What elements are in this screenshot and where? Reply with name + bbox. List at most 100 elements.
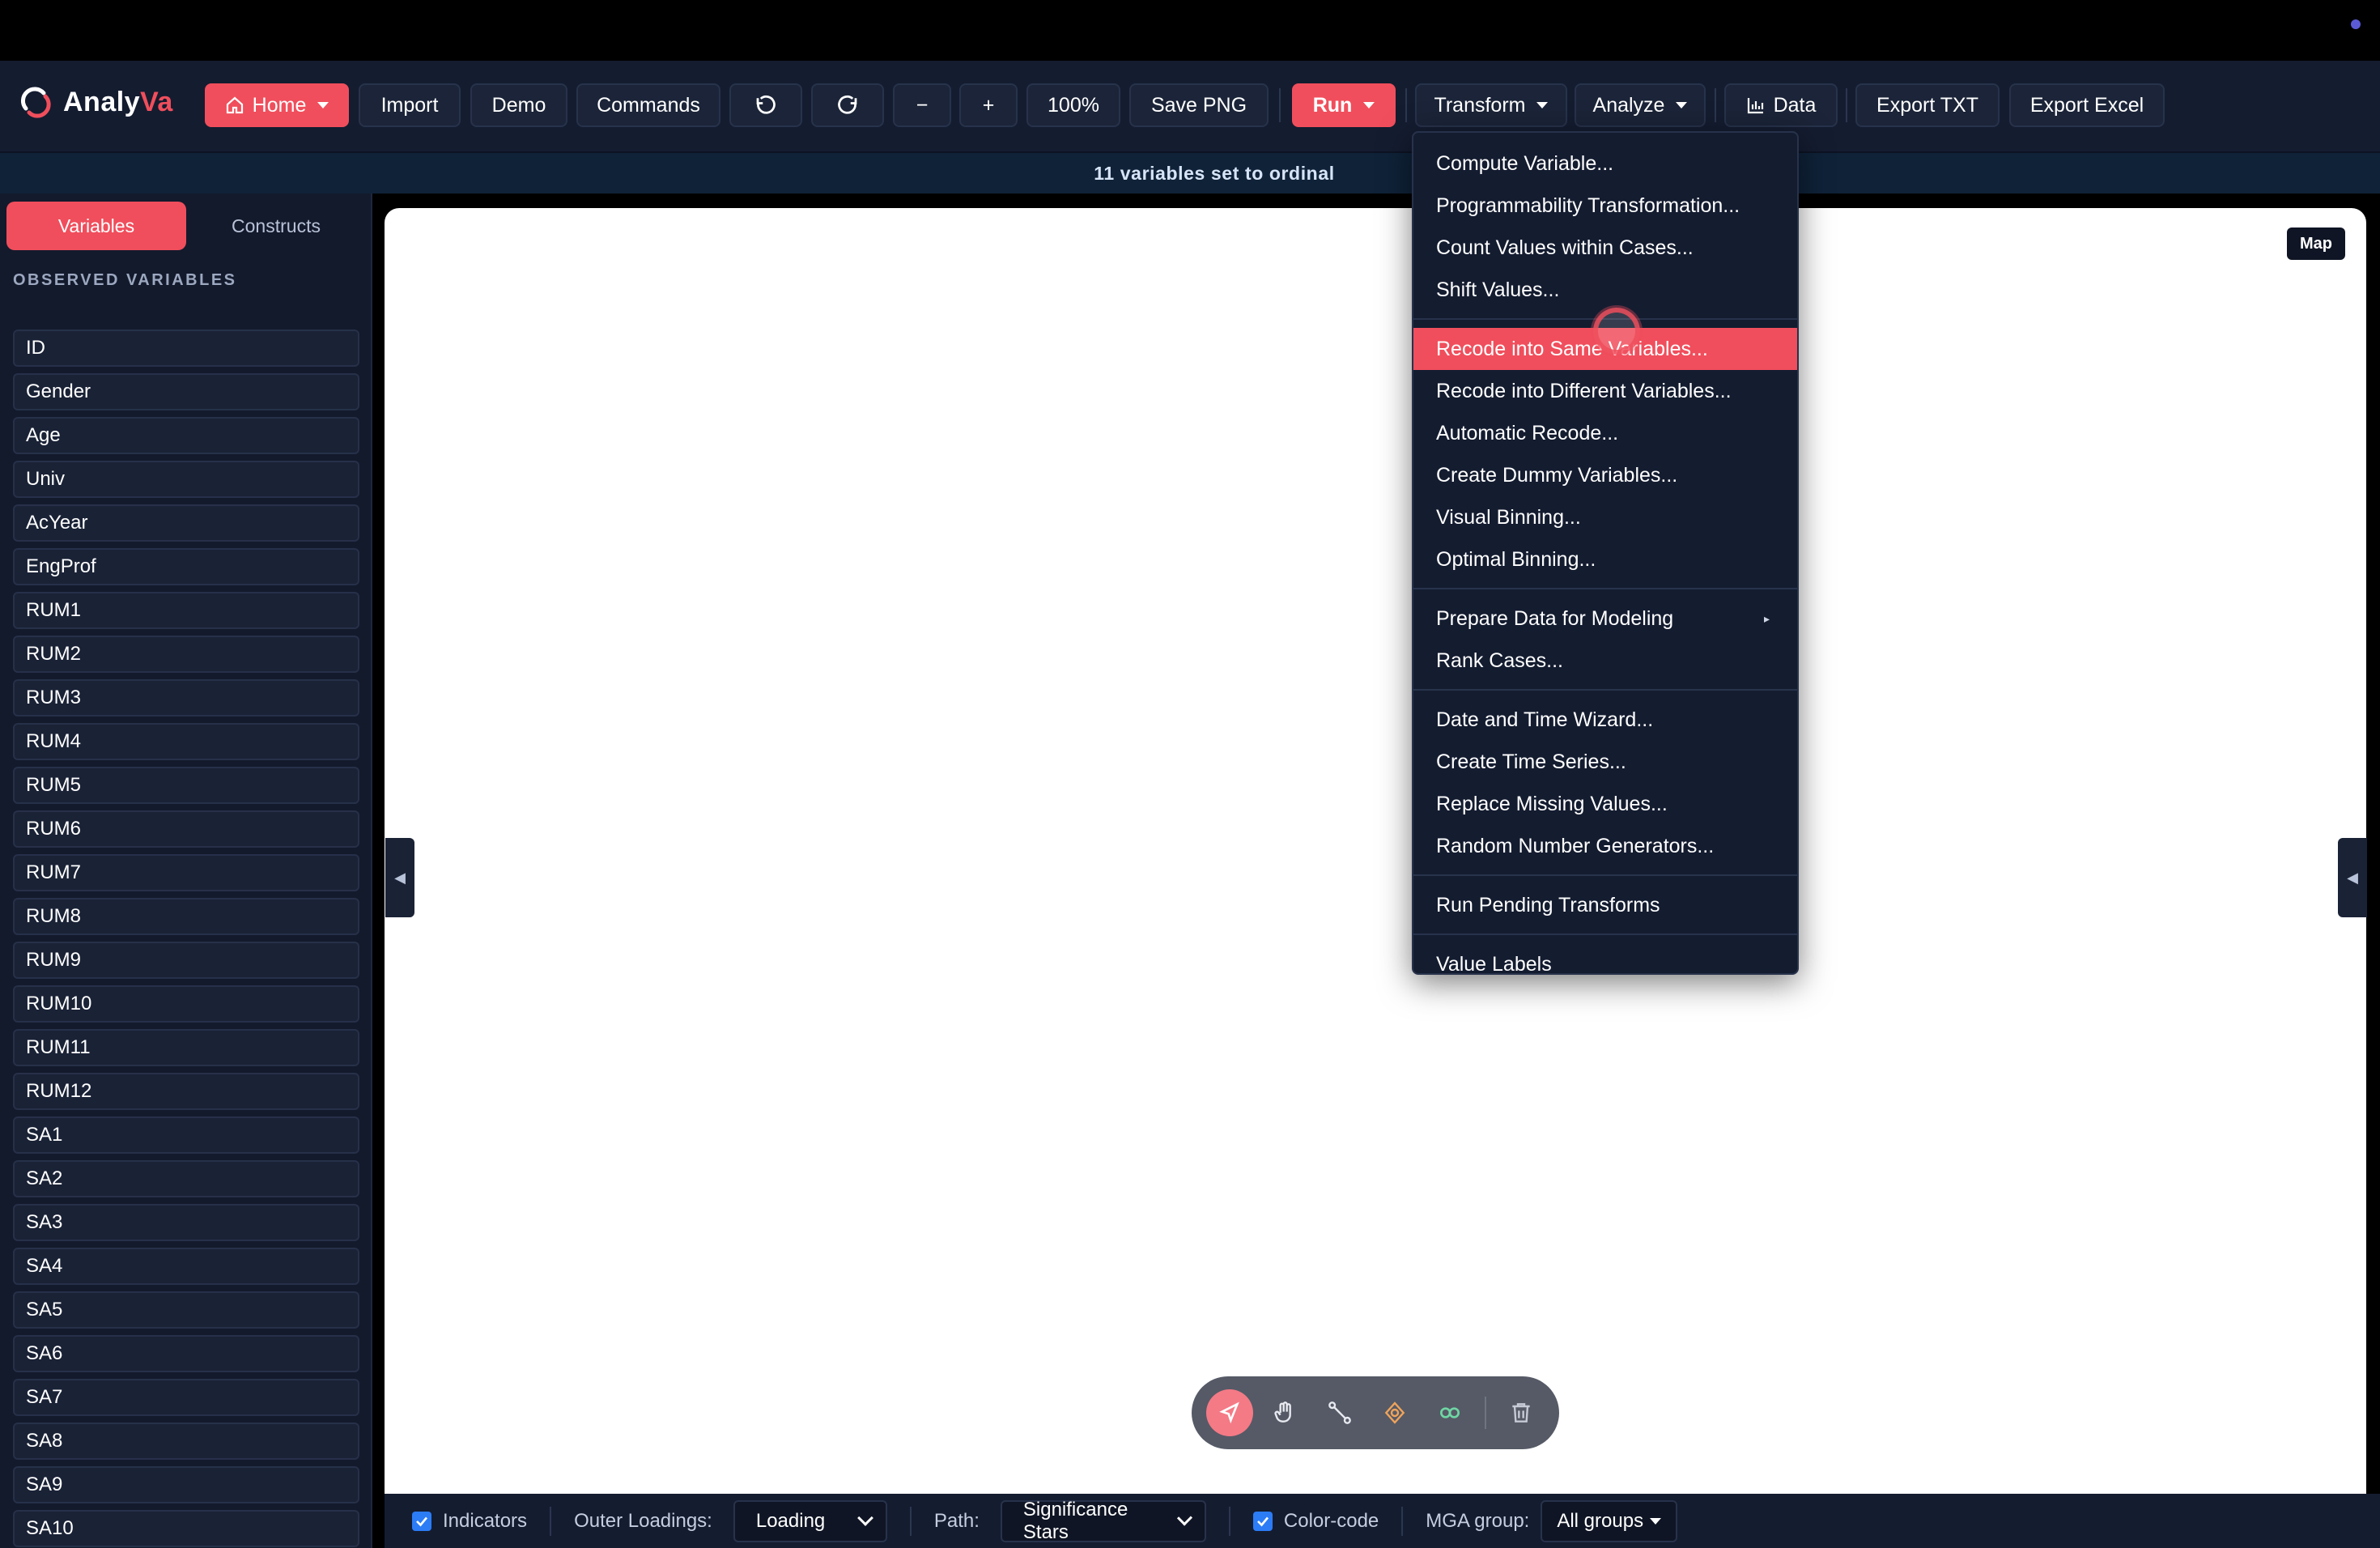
outer-loadings-select[interactable]: Loading (733, 1499, 887, 1542)
menu-item[interactable]: Visual Binning... (1413, 496, 1797, 538)
canvas-tool-pill (1192, 1376, 1559, 1449)
menu-separator (1413, 933, 1797, 935)
variable-item[interactable]: Gender (13, 373, 359, 410)
run-button[interactable]: Run (1292, 83, 1396, 127)
home-button[interactable]: Home (205, 83, 349, 127)
mouse-cursor-indicator (1593, 308, 1640, 355)
variable-item[interactable]: RUM7 (13, 854, 359, 891)
menu-item[interactable]: Count Values within Cases... (1413, 227, 1797, 269)
variable-item[interactable]: RUM8 (13, 898, 359, 935)
menu-item-label: Optimal Binning... (1436, 547, 1596, 571)
redo-icon (838, 95, 857, 114)
variable-item[interactable]: SA8 (13, 1423, 359, 1460)
variable-item[interactable]: AcYear (13, 504, 359, 542)
variable-item[interactable]: RUM11 (13, 1029, 359, 1066)
moderator-tool[interactable] (1426, 1389, 1473, 1436)
color-code-checkbox[interactable] (1252, 1511, 1273, 1531)
export-txt-button[interactable]: Export TXT (1855, 83, 2000, 127)
variable-item[interactable]: SA2 (13, 1160, 359, 1197)
variable-item[interactable]: Univ (13, 461, 359, 498)
construct-tool[interactable] (1371, 1389, 1418, 1436)
connect-tool[interactable] (1316, 1389, 1363, 1436)
menu-item[interactable]: Create Dummy Variables... (1413, 454, 1797, 496)
menu-item[interactable]: Replace Missing Values... (1413, 783, 1797, 825)
data-button[interactable]: Data (1724, 83, 1838, 127)
variable-item[interactable]: SA6 (13, 1335, 359, 1372)
select-tool[interactable] (1206, 1389, 1253, 1436)
menu-item[interactable]: Automatic Recode... (1413, 412, 1797, 454)
menu-item[interactable]: Create Time Series... (1413, 741, 1797, 783)
path-select[interactable]: Significance Stars (1000, 1499, 1206, 1543)
variable-item[interactable]: ID (13, 330, 359, 367)
delete-tool[interactable] (1498, 1389, 1545, 1436)
check-icon (416, 1516, 428, 1526)
variable-item[interactable]: SA7 (13, 1379, 359, 1416)
toolbar: Home Import Demo Commands − + 100% Save … (0, 61, 2380, 153)
menu-item-label: Count Values within Cases... (1436, 236, 1694, 259)
menu-item[interactable]: Value Labels (1413, 943, 1797, 985)
variable-item[interactable]: RUM5 (13, 767, 359, 804)
analyze-button[interactable]: Analyze (1575, 83, 1706, 127)
tool-divider (1485, 1397, 1486, 1429)
export-excel-button[interactable]: Export Excel (2009, 83, 2165, 127)
pan-tool[interactable] (1261, 1389, 1308, 1436)
redo-button[interactable] (811, 83, 884, 127)
variable-item[interactable]: RUM12 (13, 1073, 359, 1110)
bar-chart-icon (1747, 98, 1763, 114)
variable-item[interactable]: RUM1 (13, 592, 359, 629)
zoom-in-button[interactable]: + (959, 83, 1018, 127)
variable-item[interactable]: RUM4 (13, 723, 359, 760)
undo-button[interactable] (729, 83, 802, 127)
zoom-out-button[interactable]: − (893, 83, 951, 127)
map-button[interactable]: Map (2287, 228, 2345, 260)
status-dot (2351, 19, 2361, 29)
menu-item[interactable]: Recode into Different Variables... (1413, 370, 1797, 412)
menu-item[interactable]: Compute Variable... (1413, 142, 1797, 185)
menu-item-label: Automatic Recode... (1436, 421, 1619, 444)
variable-item[interactable]: RUM2 (13, 636, 359, 673)
menu-item[interactable]: Random Number Generators... (1413, 825, 1797, 867)
tab-variables[interactable]: Variables (6, 202, 186, 250)
mga-group-select[interactable]: All groups (1541, 1499, 1678, 1542)
variable-item[interactable]: SA4 (13, 1248, 359, 1285)
variable-item[interactable]: SA10 (13, 1510, 359, 1547)
import-button[interactable]: Import (359, 83, 461, 127)
variable-item[interactable]: RUM9 (13, 942, 359, 979)
menu-item[interactable]: Shift Values... (1413, 269, 1797, 311)
variable-item[interactable]: RUM3 (13, 679, 359, 717)
menu-item[interactable]: Rank Cases... (1413, 640, 1797, 682)
demo-button[interactable]: Demo (470, 83, 567, 127)
bottom-options-bar: Indicators Outer Loadings: Loading Path:… (385, 1494, 2380, 1548)
variable-item[interactable]: SA9 (13, 1466, 359, 1503)
collapse-left-handle[interactable]: ◀ (385, 838, 414, 917)
menu-item[interactable]: Date and Time Wizard... (1413, 699, 1797, 741)
variable-item[interactable]: SA5 (13, 1291, 359, 1329)
variable-item[interactable]: SA1 (13, 1116, 359, 1154)
variable-item[interactable]: RUM10 (13, 985, 359, 1023)
zoom-level-button[interactable]: 100% (1026, 83, 1120, 127)
save-png-label: Save PNG (1150, 93, 1247, 117)
variable-item[interactable]: SA3 (13, 1204, 359, 1241)
variable-item[interactable]: RUM6 (13, 810, 359, 848)
chevron-down-icon (317, 102, 329, 108)
menu-item[interactable]: Run Pending Transforms (1413, 884, 1797, 926)
commands-button[interactable]: Commands (576, 83, 720, 127)
indicators-checkbox[interactable] (412, 1511, 431, 1531)
menu-item[interactable]: Optimal Binning... (1413, 538, 1797, 580)
trash-icon (1512, 1403, 1530, 1423)
collapse-right-handle[interactable]: ◀ (2338, 838, 2367, 917)
variable-item[interactable]: Age (13, 417, 359, 454)
variable-item[interactable]: EngProf (13, 548, 359, 585)
model-canvas[interactable]: Map (385, 208, 2366, 1494)
cursor-arrow-icon (1219, 1401, 1239, 1424)
menu-item-label: Create Dummy Variables... (1436, 463, 1678, 487)
tab-constructs[interactable]: Constructs (186, 202, 366, 250)
menu-item[interactable]: Programmability Transformation... (1413, 185, 1797, 227)
transform-menu: Compute Variable... Programmability Trans… (1412, 131, 1799, 976)
menu-item[interactable]: Prepare Data for Modeling ▸ (1413, 598, 1797, 640)
transform-button[interactable]: Transform (1415, 83, 1567, 127)
save-png-button[interactable]: Save PNG (1129, 83, 1269, 127)
app-logo[interactable]: AnalyVa (19, 86, 173, 118)
menu-item-label: Value Labels (1436, 952, 1552, 976)
app-name: AnalyVa (63, 87, 173, 118)
